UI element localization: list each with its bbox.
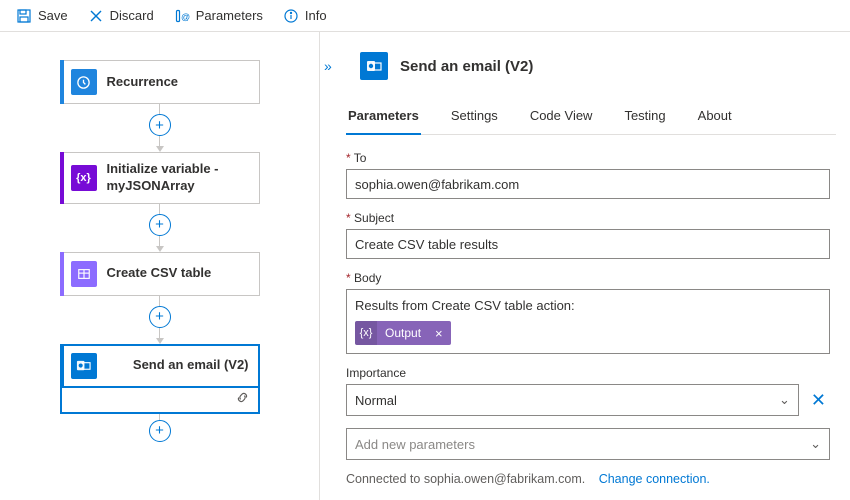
importance-select[interactable]: Normal ⌄ bbox=[346, 384, 799, 416]
to-input[interactable] bbox=[346, 169, 830, 199]
main: Recurrence + {x} Initialize variable - m… bbox=[0, 32, 850, 500]
add-step-button[interactable]: + bbox=[149, 306, 171, 328]
parameters-button[interactable]: @ Parameters bbox=[166, 4, 271, 28]
outlook-icon bbox=[71, 353, 97, 379]
add-step-button[interactable]: + bbox=[149, 114, 171, 136]
info-icon bbox=[283, 8, 299, 24]
add-step-button[interactable]: + bbox=[149, 420, 171, 442]
tab-bar: Parameters Settings Code View Testing Ab… bbox=[346, 102, 836, 135]
toolbar: Save Discard @ Parameters Info bbox=[0, 0, 850, 32]
node-initialize-variable[interactable]: {x} Initialize variable - myJSONArray bbox=[60, 152, 260, 204]
save-icon bbox=[16, 8, 32, 24]
node-create-csv-table[interactable]: Create CSV table bbox=[60, 252, 260, 296]
svg-text:@: @ bbox=[181, 12, 190, 22]
outlook-icon bbox=[360, 52, 388, 80]
importance-label: Importance bbox=[346, 366, 830, 380]
token-label: Output bbox=[377, 326, 427, 340]
close-icon bbox=[88, 8, 104, 24]
save-button[interactable]: Save bbox=[8, 4, 76, 28]
collapse-panel-button[interactable]: » bbox=[324, 58, 332, 74]
discard-button[interactable]: Discard bbox=[80, 4, 162, 28]
table-icon bbox=[71, 261, 97, 287]
chevron-down-icon: ⌄ bbox=[810, 436, 821, 452]
body-text: Results from Create CSV table action: bbox=[355, 298, 575, 313]
clear-importance-button[interactable]: ✕ bbox=[807, 386, 830, 415]
body-label: Body bbox=[346, 271, 830, 285]
tab-code-view[interactable]: Code View bbox=[528, 102, 595, 134]
flow-canvas: Recurrence + {x} Initialize variable - m… bbox=[0, 32, 320, 500]
tab-about[interactable]: About bbox=[696, 102, 734, 134]
node-send-email[interactable]: Send an email (V2) bbox=[60, 344, 260, 388]
parameters-label: Parameters bbox=[196, 8, 263, 23]
chevron-down-icon: ⌄ bbox=[779, 392, 790, 408]
add-step-button[interactable]: + bbox=[149, 214, 171, 236]
add-parameters-label: Add new parameters bbox=[355, 437, 475, 452]
node-label: Create CSV table bbox=[107, 265, 212, 282]
to-label: To bbox=[346, 151, 830, 165]
clock-icon bbox=[71, 69, 97, 95]
save-label: Save bbox=[38, 8, 68, 23]
tab-testing[interactable]: Testing bbox=[622, 102, 667, 134]
parameters-form: To Subject Body Results from Create CSV … bbox=[340, 135, 836, 486]
token-remove-button[interactable]: × bbox=[427, 326, 451, 341]
node-recurrence[interactable]: Recurrence bbox=[60, 60, 260, 104]
subject-input[interactable] bbox=[346, 229, 830, 259]
node-label: Send an email (V2) bbox=[133, 357, 249, 374]
details-panel: » Send an email (V2) Parameters Settings… bbox=[320, 32, 850, 500]
info-label: Info bbox=[305, 8, 327, 23]
connection-status: Connected to sophia.owen@fabrikam.com. C… bbox=[346, 472, 830, 486]
node-label: Recurrence bbox=[107, 74, 179, 91]
panel-title: Send an email (V2) bbox=[400, 58, 533, 75]
body-token-output[interactable]: {x} Output × bbox=[355, 321, 451, 345]
add-parameters-select[interactable]: Add new parameters ⌄ bbox=[346, 428, 830, 460]
subject-label: Subject bbox=[346, 211, 830, 225]
connected-to-text: Connected to sophia.owen@fabrikam.com. bbox=[346, 472, 585, 486]
expression-icon: {x} bbox=[355, 321, 377, 345]
link-icon[interactable] bbox=[235, 390, 250, 408]
parameters-icon: @ bbox=[174, 8, 190, 24]
discard-label: Discard bbox=[110, 8, 154, 23]
body-input[interactable]: Results from Create CSV table action: {x… bbox=[346, 289, 830, 354]
node-label: Initialize variable - myJSONArray bbox=[107, 161, 249, 195]
importance-value: Normal bbox=[355, 393, 397, 408]
tab-parameters[interactable]: Parameters bbox=[346, 102, 421, 135]
tab-settings[interactable]: Settings bbox=[449, 102, 500, 134]
variable-icon: {x} bbox=[71, 165, 97, 191]
change-connection-link[interactable]: Change connection. bbox=[599, 472, 710, 486]
node-send-email-footer bbox=[60, 386, 260, 414]
info-button[interactable]: Info bbox=[275, 4, 335, 28]
